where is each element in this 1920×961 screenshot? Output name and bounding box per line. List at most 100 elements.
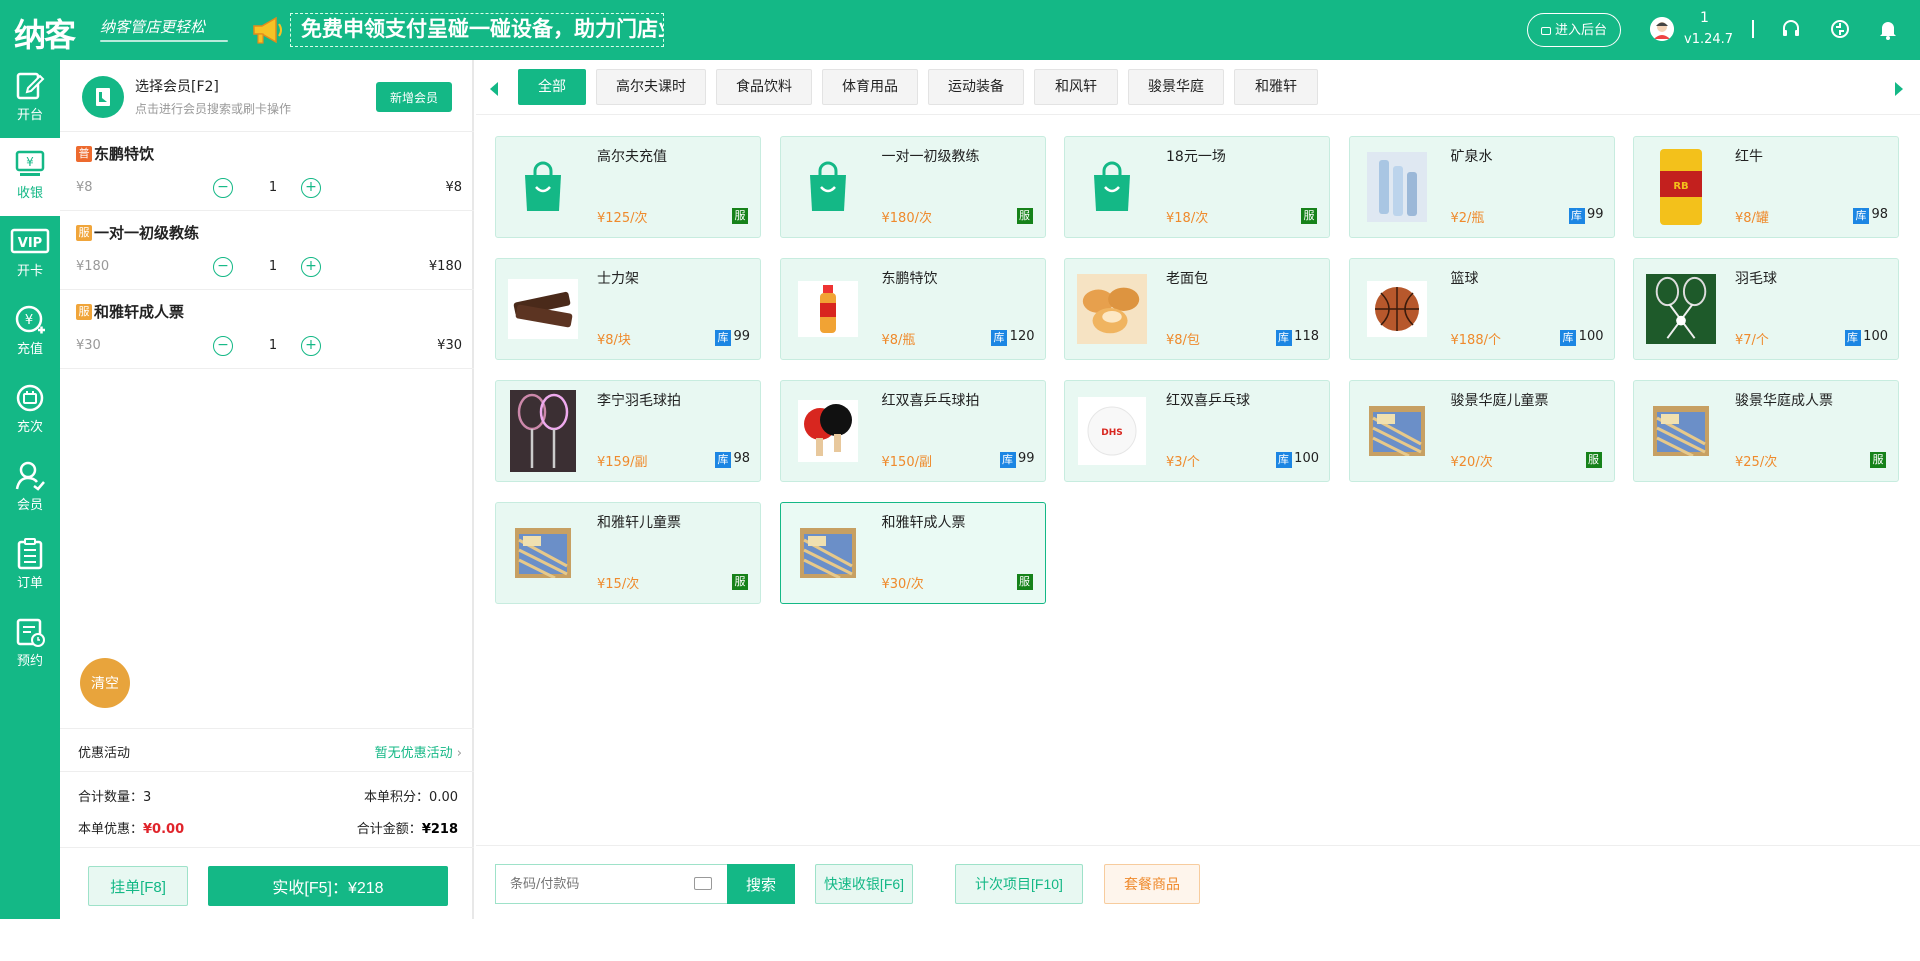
nav-recharge[interactable]: ¥ 充值 — [0, 294, 60, 372]
product-card[interactable]: 和雅轩成人票 ¥30/次 服 — [779, 502, 1046, 604]
product-name: 老面包 — [1166, 271, 1208, 287]
ticket-icon — [1646, 396, 1716, 466]
headset-icon[interactable] — [1780, 18, 1802, 40]
product-card[interactable]: 骏景华庭成人票 ¥25/次 服 — [1633, 380, 1899, 482]
ticket-icon — [1362, 396, 1432, 466]
shopping-bag-icon — [508, 152, 578, 222]
nav-open-table[interactable]: 开台 — [0, 60, 60, 138]
add-member-button[interactable]: 新增会员 — [376, 82, 452, 112]
nav-cashier[interactable]: ¥ 收银 — [0, 138, 60, 216]
category-tab[interactable]: 和雅轩 — [1234, 69, 1318, 105]
category-tab[interactable]: 和风轩 — [1034, 69, 1118, 105]
nav-booking[interactable]: 预约 — [0, 606, 60, 684]
decrease-qty-button[interactable]: − — [213, 336, 233, 356]
category-tab[interactable]: 食品饮料 — [716, 69, 812, 105]
monitor-icon — [1540, 27, 1551, 35]
clear-cart-button[interactable]: 清空 — [80, 658, 130, 708]
nav-more[interactable]: 更多 — [0, 942, 60, 961]
slogan-underline — [100, 40, 228, 42]
product-card[interactable]: 篮球 ¥188/个 库 100 — [1348, 258, 1615, 360]
keyboard-icon[interactable] — [694, 877, 712, 890]
app-version: v1.24.7 — [1684, 32, 1734, 47]
product-card[interactable]: 矿泉水 ¥2/瓶 库 99 — [1348, 136, 1615, 238]
category-tab[interactable]: 高尔夫课时 — [596, 69, 706, 105]
hold-order-button[interactable]: 挂单[F8] — [88, 866, 188, 906]
category-tab[interactable]: 运动装备 — [928, 69, 1024, 105]
times-item-button[interactable]: 计次项目[F10] — [955, 864, 1083, 904]
more-icon[interactable]: ••• — [12, 915, 58, 939]
product-price: ¥180/次 — [881, 211, 932, 226]
promo-value[interactable]: 暂无优惠活动 › — [375, 742, 462, 761]
product-card[interactable]: DHS 红双喜乒乓球 ¥3/个 库 100 — [1064, 380, 1330, 482]
product-card[interactable]: RB 红牛 ¥8/罐 库 98 — [1633, 136, 1899, 238]
product-card[interactable]: 高尔夫充值 ¥125/次 服 — [495, 136, 761, 238]
quick-cash-button[interactable]: 快速收银[F6] — [815, 864, 913, 904]
shopping-bag-icon — [793, 152, 863, 222]
product-card[interactable]: 羽毛球 ¥7/个 库 100 — [1633, 258, 1899, 360]
search-button[interactable]: 搜索 — [727, 864, 795, 904]
cart-item[interactable]: 服 和雅轩成人票 ¥30 − 1 + ¥30 — [60, 290, 474, 369]
ticket-icon — [793, 518, 863, 588]
order-total: 合计金额：¥218 — [357, 818, 458, 837]
category-tab[interactable]: 体育用品 — [822, 69, 918, 105]
product-stock: 99 — [1586, 207, 1604, 222]
product-card[interactable]: 老面包 ¥8/包 库 118 — [1064, 258, 1330, 360]
cart-item[interactable]: 普 东鹏特饮 ¥8 − 1 + ¥8 — [60, 132, 474, 211]
nav-order[interactable]: 订单 — [0, 528, 60, 606]
product-name: 红牛 — [1735, 149, 1763, 165]
item-qty[interactable]: 1 — [255, 180, 291, 195]
scroll-left-icon[interactable] — [490, 82, 498, 96]
item-qty[interactable]: 1 — [255, 338, 291, 353]
package-goods-button[interactable]: 套餐商品 — [1104, 864, 1200, 904]
nav-open-card[interactable]: VIP 开卡 — [0, 216, 60, 294]
product-name: 和雅轩成人票 — [881, 515, 966, 531]
member-select[interactable]: 选择会员[F2] 点击进行会员搜索或刷卡操作 新增会员 — [60, 60, 474, 132]
product-card[interactable]: 士力架 ¥8/块 库 99 — [495, 258, 761, 360]
product-stock: 100 — [1578, 329, 1604, 344]
product-card[interactable]: 东鹏特饮 ¥8/瓶 库 120 — [779, 258, 1046, 360]
product-name: 18元一场 — [1166, 149, 1226, 165]
scroll-right-icon[interactable] — [1895, 82, 1903, 96]
service-badge: 服 — [732, 574, 748, 590]
item-tag: 服 — [76, 225, 92, 241]
product-price: ¥2/瓶 — [1450, 211, 1485, 226]
item-qty[interactable]: 1 — [255, 259, 291, 274]
cart-item[interactable]: 服 一对一初级教练 ¥180 − 1 + ¥180 — [60, 211, 474, 290]
increase-qty-button[interactable]: + — [301, 336, 321, 356]
service-badge: 服 — [1870, 452, 1886, 468]
svg-text:RB: RB — [1673, 181, 1688, 192]
category-tab[interactable]: 全部 — [518, 69, 586, 105]
barcode-input[interactable] — [496, 865, 686, 903]
product-price: ¥150/副 — [881, 455, 932, 470]
item-tag: 服 — [76, 304, 92, 320]
bell-icon[interactable] — [1877, 18, 1899, 40]
nav-member[interactable]: 会员 — [0, 450, 60, 528]
order-icon — [17, 538, 43, 570]
category-tab[interactable]: 骏景华庭 — [1128, 69, 1224, 105]
drink-bottle-icon — [793, 274, 863, 344]
increase-qty-button[interactable]: + — [301, 257, 321, 277]
nav-recharge-times[interactable]: 充次 — [0, 372, 60, 450]
user-id: 1 — [1700, 10, 1709, 26]
sync-icon[interactable] — [1829, 18, 1851, 40]
product-card[interactable]: 红双喜乒乓球拍 ¥150/副 库 99 — [779, 380, 1046, 482]
item-total: ¥30 — [437, 338, 462, 353]
product-name: 一对一初级教练 — [881, 149, 980, 165]
enter-backend-button[interactable]: 进入后台 — [1527, 13, 1621, 47]
increase-qty-button[interactable]: + — [301, 178, 321, 198]
service-badge: 服 — [1585, 452, 1602, 468]
product-card[interactable]: 18元一场 ¥18/次 服 — [1064, 136, 1330, 238]
decrease-qty-button[interactable]: − — [213, 178, 233, 198]
product-name: 矿泉水 — [1450, 149, 1493, 165]
product-card[interactable]: 一对一初级教练 ¥180/次 服 — [779, 136, 1046, 238]
decrease-qty-button[interactable]: − — [213, 257, 233, 277]
product-card[interactable]: 李宁羽毛球拍 ¥159/副 库 98 — [495, 380, 761, 482]
product-card[interactable]: 骏景华庭儿童票 ¥20/次 服 — [1348, 380, 1615, 482]
product-stock: 99 — [733, 329, 750, 344]
avatar[interactable] — [1650, 17, 1674, 41]
promo-banner[interactable]: 免费申领支付呈碰一碰设备，助力门店业绩倍增! — [290, 13, 664, 47]
product-price: ¥15/次 — [597, 577, 640, 592]
promotion-row[interactable]: 优惠活动 暂无优惠活动 › — [60, 728, 474, 772]
product-card[interactable]: 和雅轩儿童票 ¥15/次 服 — [495, 502, 761, 604]
pay-button[interactable]: 实收[F5]：¥218 — [208, 866, 448, 906]
